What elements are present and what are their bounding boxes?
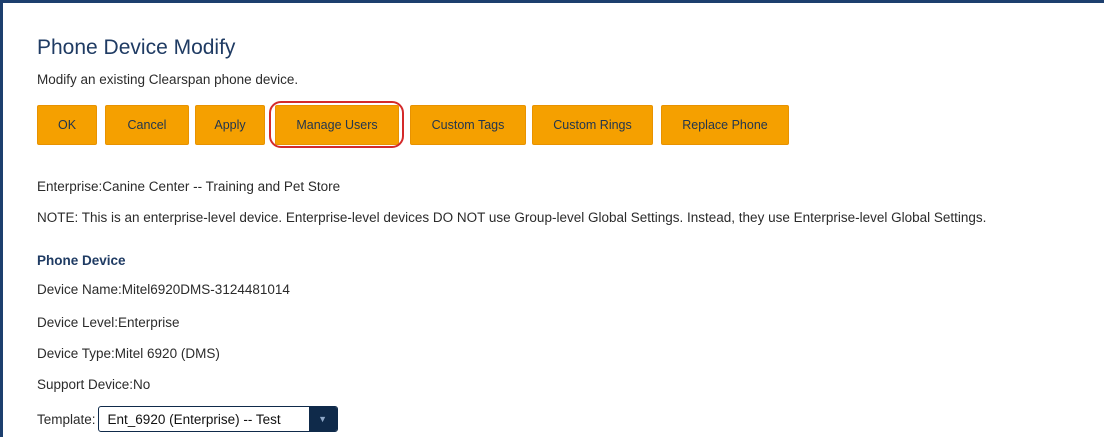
replace-phone-button[interactable]: Replace Phone (661, 105, 789, 145)
template-select[interactable]: Ent_6920 (Enterprise) -- Test ▼ (97, 406, 338, 432)
chevron-down-icon[interactable]: ▼ (308, 407, 337, 431)
template-label: Template: (37, 411, 96, 427)
page-frame: Phone Device Modify Modify an existing C… (0, 0, 1104, 437)
template-select-value: Ent_6920 (Enterprise) -- Test (107, 411, 281, 427)
enterprise-device-note: NOTE: This is an enterprise-level device… (37, 210, 987, 225)
enterprise-text: Enterprise:Canine Center -- Training and… (37, 179, 341, 194)
page-subtitle: Modify an existing Clearspan phone devic… (37, 72, 299, 87)
page-title: Phone Device Modify (37, 36, 236, 59)
custom-rings-button[interactable]: Custom Rings (532, 105, 653, 145)
device-type-text: Device Type:Mitel 6920 (DMS) (37, 346, 220, 361)
support-device-text: Support Device:No (37, 377, 151, 392)
device-name-text: Device Name:Mitel6920DMS-3124481014 (37, 282, 290, 297)
ok-button[interactable]: OK (37, 105, 97, 145)
manage-users-button[interactable]: Manage Users (275, 105, 399, 145)
custom-tags-button[interactable]: Custom Tags (410, 105, 526, 145)
template-row: Template: Ent_6920 (Enterprise) -- Test … (37, 406, 338, 432)
phone-device-heading: Phone Device (37, 253, 126, 268)
cancel-button[interactable]: Cancel (105, 105, 189, 145)
apply-button[interactable]: Apply (195, 105, 265, 145)
device-level-text: Device Level:Enterprise (37, 315, 180, 330)
